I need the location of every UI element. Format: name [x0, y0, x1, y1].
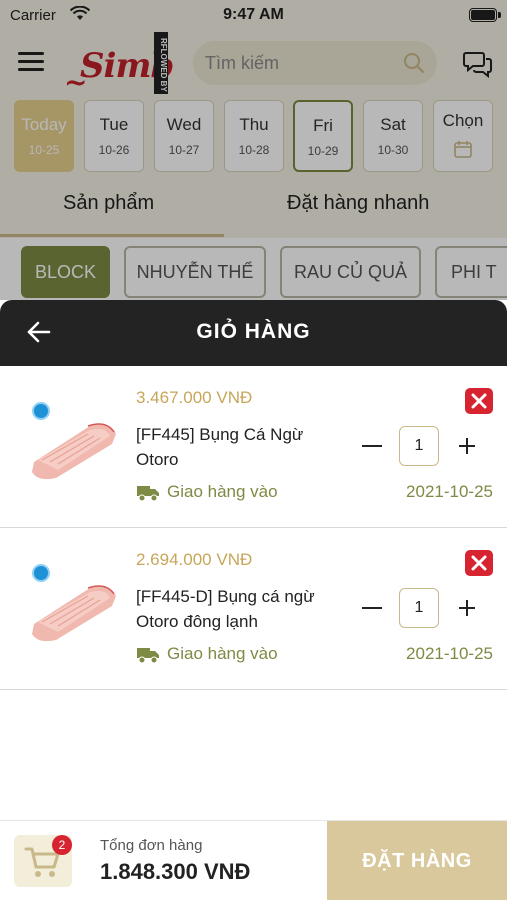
delivery-label: Giao hàng vào [167, 644, 278, 663]
total-value: 1.848.300 VNĐ [100, 859, 251, 884]
delivery-date: 2021-10-25 [406, 482, 493, 501]
delivery-truck-icon [137, 486, 159, 502]
delivery-label: Giao hàng vào [167, 482, 278, 501]
decrease-quantity-button[interactable] [360, 434, 384, 458]
delivery-date: 2021-10-25 [406, 644, 493, 663]
increase-quantity-button[interactable] [455, 434, 479, 458]
remove-item-button[interactable] [465, 550, 493, 576]
checkout-footer: 2 Tổng đơn hàng 1.848.300 VNĐ ĐẶT HÀNG [0, 820, 507, 900]
close-icon [471, 393, 487, 409]
item-name: [FF445-D] Bụng cá ngừ Otoro đông lạnh [136, 587, 315, 631]
close-icon [471, 555, 487, 571]
cart-title: GIỎ HÀNG [196, 320, 311, 343]
cart-count-badge: 2 [52, 835, 72, 855]
modal-backdrop[interactable] [0, 0, 507, 300]
cart-list: 3.467.000 VNĐ [FF445] Bụng Cá Ngừ Otoro … [0, 366, 507, 820]
quantity-field[interactable]: 1 [399, 426, 439, 466]
remove-item-button[interactable] [465, 388, 493, 414]
delivery-truck-icon [137, 648, 159, 664]
cart-item: 2.694.000 VNĐ [FF445-D] Bụng cá ngừ Otor… [0, 528, 507, 690]
total-label: Tổng đơn hàng [100, 837, 203, 854]
item-price: 2.694.000 VNĐ [136, 550, 253, 569]
decrease-quantity-button[interactable] [360, 596, 384, 620]
item-name: [FF445] Bụng Cá Ngừ Otoro [136, 425, 304, 469]
place-order-button[interactable]: ĐẶT HÀNG [327, 821, 507, 900]
product-image [32, 423, 116, 480]
item-price: 3.467.000 VNĐ [136, 388, 253, 407]
increase-quantity-button[interactable] [455, 596, 479, 620]
cart-item: 3.467.000 VNĐ [FF445] Bụng Cá Ngừ Otoro … [0, 366, 507, 528]
quantity-field[interactable]: 1 [399, 588, 439, 628]
cart-header: GIỎ HÀNG [0, 300, 507, 366]
product-image [32, 585, 116, 642]
